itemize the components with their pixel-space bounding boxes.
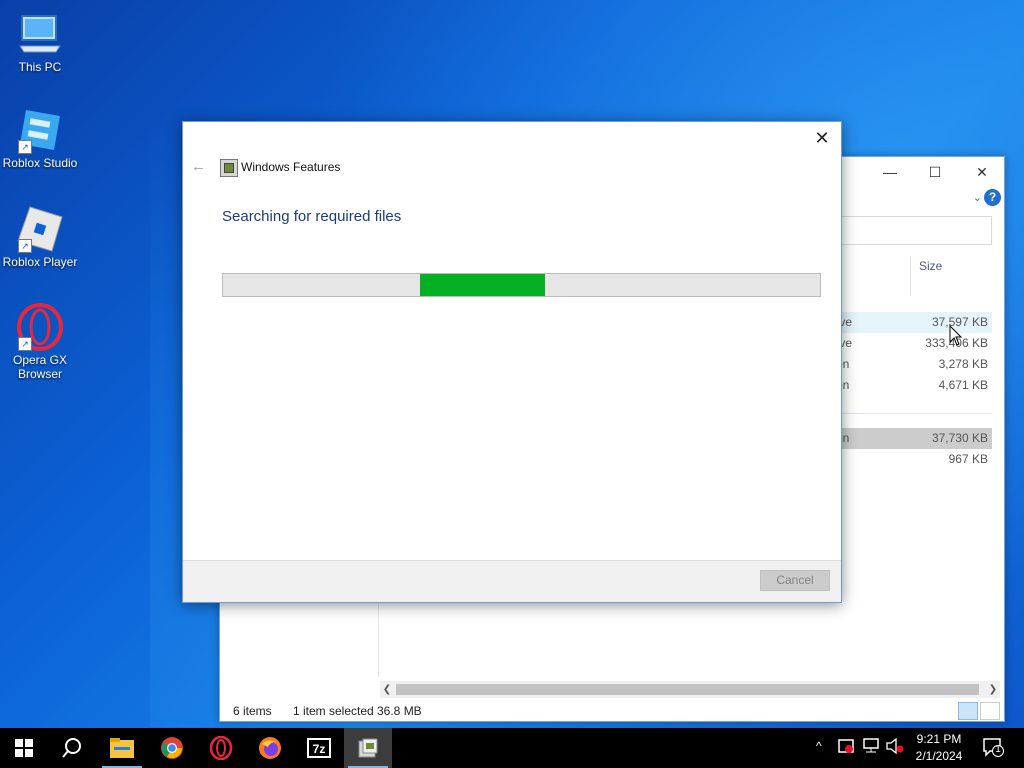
list-item[interactable]: tion 4,671 KB <box>830 375 992 396</box>
maximize-button[interactable]: ☐ <box>921 161 949 183</box>
file-size: 4,671 KB <box>938 378 988 392</box>
shortcut-arrow-icon: ↗ <box>18 337 32 351</box>
status-selection-size: 36.8 MB <box>377 704 422 718</box>
windows-features-dialog[interactable]: ✕ ← Windows Features Searching for requi… <box>182 121 842 603</box>
opera-gx-icon: ↗ <box>16 303 64 351</box>
taskbar-file-explorer[interactable] <box>98 728 146 768</box>
taskbar-opera[interactable] <box>197 728 245 768</box>
desktop-icon-label: Roblox Player <box>2 255 78 269</box>
taskbar-firefox[interactable] <box>246 728 294 768</box>
details-view-icon[interactable] <box>958 702 978 720</box>
progress-marquee <box>420 274 546 296</box>
7zip-icon: 7z <box>307 738 331 758</box>
network-icon[interactable] <box>862 738 880 757</box>
status-bar: 6 items 1 item selected 36.8 MB <box>220 701 1004 721</box>
list-item[interactable]: hive 37,597 KB <box>830 312 992 333</box>
list-item[interactable]: hive 333,406 KB <box>830 333 992 354</box>
desktop-icon-label: Opera GX Browser <box>12 353 68 381</box>
taskbar-windows-features[interactable] <box>344 728 392 768</box>
mouse-cursor-icon <box>949 325 963 346</box>
file-explorer-icon <box>110 738 134 758</box>
opera-icon <box>209 736 233 760</box>
list-item-selected[interactable]: tion 37,730 KB <box>830 428 992 449</box>
dialog-title: Windows Features <box>241 160 341 174</box>
firefox-icon <box>259 737 281 759</box>
system-clock[interactable]: 9:21 PM 2/1/2024 <box>905 731 973 765</box>
taskbar: 7z ^ 9:21 PM 2/1/2024 1 <box>0 728 1024 768</box>
large-icons-view-icon[interactable] <box>980 702 1000 720</box>
security-icon[interactable] <box>838 738 854 757</box>
chevron-down-icon[interactable]: ⌄ <box>973 191 982 204</box>
horizontal-scrollbar[interactable]: ❮ ❯ <box>380 681 1000 698</box>
desktop-icon-roblox-studio[interactable]: ↗ Roblox Studio <box>0 106 80 170</box>
file-size: 37,730 KB <box>931 431 988 445</box>
close-icon[interactable]: ✕ <box>809 126 835 150</box>
notification-center-button[interactable]: 1 <box>982 737 1004 757</box>
cancel-button[interactable]: Cancel <box>760 570 830 591</box>
search-button[interactable] <box>48 728 96 768</box>
group-divider <box>840 413 992 414</box>
volume-muted-icon[interactable] <box>886 737 904 757</box>
search-icon <box>62 738 81 758</box>
scroll-left-icon[interactable]: ❮ <box>380 681 394 698</box>
column-header-size[interactable]: Size <box>910 256 1001 296</box>
svg-text:7z: 7z <box>313 742 326 756</box>
list-item[interactable]: le 967 KB <box>830 449 992 470</box>
windows-features-icon <box>220 159 238 177</box>
minimize-button[interactable]: — <box>876 161 904 183</box>
help-icon[interactable]: ? <box>984 189 1001 206</box>
desktop-icon-label: This PC <box>18 60 62 74</box>
dialog-heading: Searching for required files <box>222 208 402 225</box>
roblox-studio-icon: ↗ <box>16 106 64 154</box>
clock-time: 9:21 PM <box>916 732 962 746</box>
desktop-icon-roblox-player[interactable]: ↗ Roblox Player <box>0 205 80 269</box>
file-size: 967 KB <box>948 452 988 466</box>
desktop-icon-label: Roblox Studio <box>2 156 78 170</box>
list-item[interactable]: tion 3,278 KB <box>830 354 992 375</box>
notification-count: 1 <box>995 744 1001 755</box>
computer-icon <box>16 10 64 58</box>
start-icon <box>15 739 33 757</box>
status-item-count: 6 items <box>233 704 272 718</box>
shortcut-arrow-icon: ↗ <box>18 140 32 154</box>
taskbar-7zip[interactable]: 7z <box>295 728 343 768</box>
windows-features-icon <box>358 738 378 758</box>
roblox-player-icon: ↗ <box>16 205 64 253</box>
show-hidden-icons-icon[interactable]: ^ <box>816 739 822 753</box>
chrome-icon <box>161 737 183 759</box>
shortcut-arrow-icon: ↗ <box>18 239 32 253</box>
back-arrow-icon[interactable]: ← <box>191 158 206 175</box>
status-selection: 1 item selected <box>293 704 374 718</box>
clock-date: 2/1/2024 <box>915 749 963 763</box>
scrollbar-thumb[interactable] <box>396 684 979 695</box>
scroll-right-icon[interactable]: ❯ <box>986 681 1000 698</box>
desktop-icon-opera-gx[interactable]: ↗ Opera GX Browser <box>0 303 80 381</box>
dialog-footer: Cancel <box>183 560 841 602</box>
taskbar-chrome[interactable] <box>148 728 196 768</box>
search-input[interactable] <box>840 216 992 245</box>
close-icon[interactable]: ✕ <box>968 161 996 183</box>
file-size: 3,278 KB <box>938 357 988 371</box>
desktop-icon-this-pc[interactable]: This PC <box>0 10 80 74</box>
progress-bar <box>222 273 821 297</box>
start-button[interactable] <box>0 728 48 768</box>
